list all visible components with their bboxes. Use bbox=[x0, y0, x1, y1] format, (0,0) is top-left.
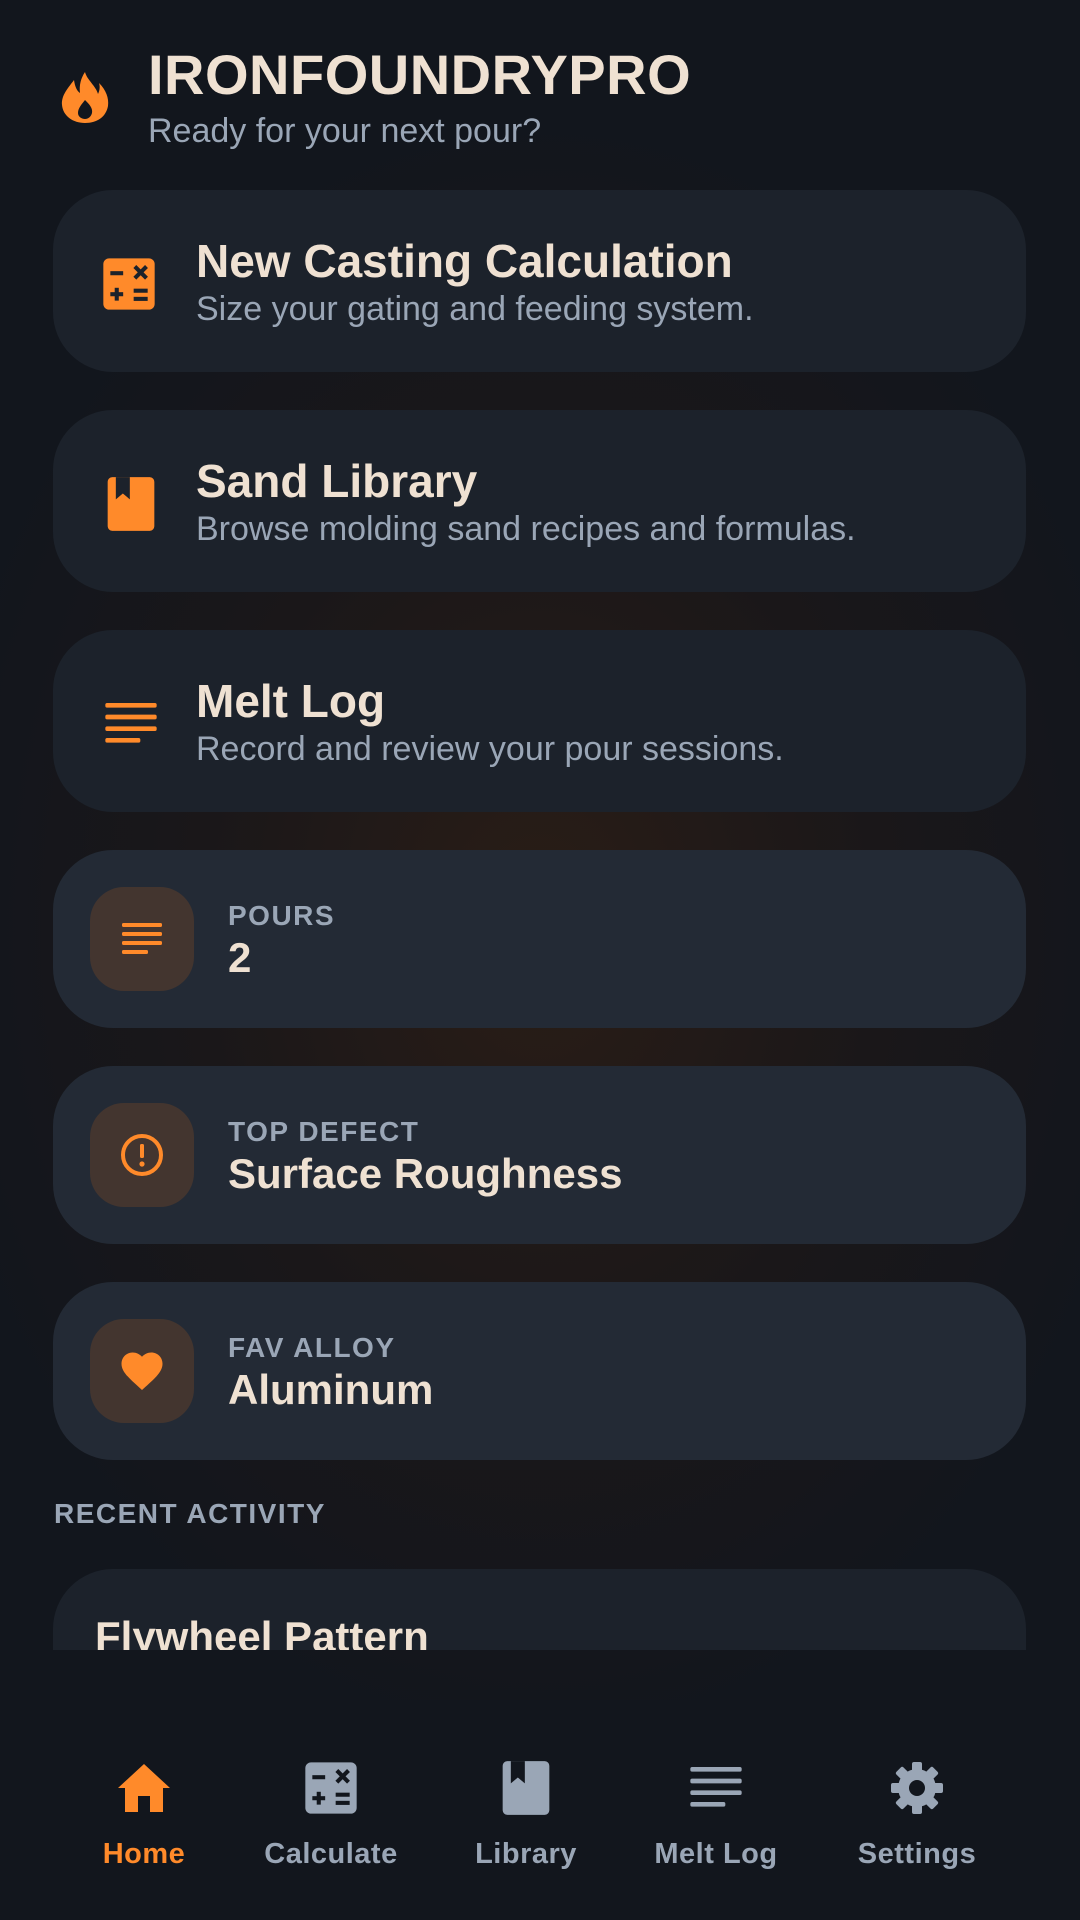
stat-icon-box bbox=[90, 887, 194, 991]
nav-label: Settings bbox=[857, 1838, 977, 1870]
notes-icon bbox=[122, 923, 162, 954]
nav-label: Calculate bbox=[264, 1838, 398, 1870]
new-casting-calculation-card[interactable]: New Casting Calculation Size your gating… bbox=[53, 190, 1026, 372]
calculator-icon bbox=[305, 1762, 357, 1814]
recent-activity-heading: RECENT ACTIVITY bbox=[54, 1498, 326, 1529]
nav-library[interactable]: Library bbox=[436, 1760, 616, 1880]
stat-label: POURS bbox=[228, 900, 336, 931]
stat-value: Surface Roughness bbox=[228, 1150, 623, 1197]
stat-value: Aluminum bbox=[228, 1366, 434, 1413]
stat-label: TOP DEFECT bbox=[228, 1116, 420, 1147]
heart-icon bbox=[121, 1352, 163, 1390]
recent-activity-title: Flywheel Pattern bbox=[95, 1613, 429, 1650]
card-description: Record and review your pour sessions. bbox=[196, 730, 784, 768]
nav-melt-log[interactable]: Melt Log bbox=[626, 1760, 806, 1880]
home-icon bbox=[118, 1764, 170, 1812]
flame-icon bbox=[61, 72, 109, 123]
app-header: IRONFOUNDRYPRO Ready for your next pour? bbox=[0, 0, 1080, 180]
alert-circle-icon bbox=[121, 1134, 163, 1176]
book-icon bbox=[502, 1761, 550, 1815]
app-title: IRONFOUNDRYPRO bbox=[148, 43, 692, 106]
card-description: Browse molding sand recipes and formulas… bbox=[196, 510, 856, 548]
stat-card-pours: POURS 2 bbox=[53, 850, 1026, 1028]
nav-label: Home bbox=[102, 1838, 186, 1870]
nav-label: Library bbox=[475, 1838, 577, 1870]
card-description: Size your gating and feeding system. bbox=[196, 290, 754, 328]
bottom-nav: Home Calculate Library Melt Log Settings bbox=[0, 1700, 1080, 1920]
nav-home[interactable]: Home bbox=[54, 1760, 234, 1880]
nav-settings[interactable]: Settings bbox=[827, 1760, 1007, 1880]
notes-icon bbox=[690, 1767, 742, 1807]
stat-value: 2 bbox=[228, 934, 252, 981]
card-title: New Casting Calculation bbox=[196, 235, 733, 287]
stat-card-top-defect: TOP DEFECT Surface Roughness bbox=[53, 1066, 1026, 1244]
melt-log-card[interactable]: Melt Log Record and review your pour ses… bbox=[53, 630, 1026, 812]
recent-activity-item[interactable]: Flywheel Pattern bbox=[53, 1569, 1026, 1650]
nav-label: Melt Log bbox=[654, 1838, 778, 1870]
card-title: Sand Library bbox=[196, 455, 478, 507]
card-title: Melt Log bbox=[196, 675, 386, 727]
stat-icon-box bbox=[90, 1319, 194, 1423]
notes-icon bbox=[105, 703, 157, 743]
app-subtitle: Ready for your next pour? bbox=[148, 112, 542, 150]
stat-icon-box bbox=[90, 1103, 194, 1207]
nav-calculate[interactable]: Calculate bbox=[241, 1760, 421, 1880]
calculator-icon bbox=[103, 258, 155, 310]
stat-card-fav-alloy: FAV ALLOY Aluminum bbox=[53, 1282, 1026, 1460]
gear-icon bbox=[891, 1762, 943, 1814]
sand-library-card[interactable]: Sand Library Browse molding sand recipes… bbox=[53, 410, 1026, 592]
recent-activity-list: Flywheel Pattern bbox=[53, 1569, 1026, 1650]
book-icon bbox=[107, 477, 155, 531]
home-screen: IRONFOUNDRYPRO Ready for your next pour?… bbox=[0, 0, 1080, 1920]
stat-label: FAV ALLOY bbox=[228, 1332, 396, 1363]
